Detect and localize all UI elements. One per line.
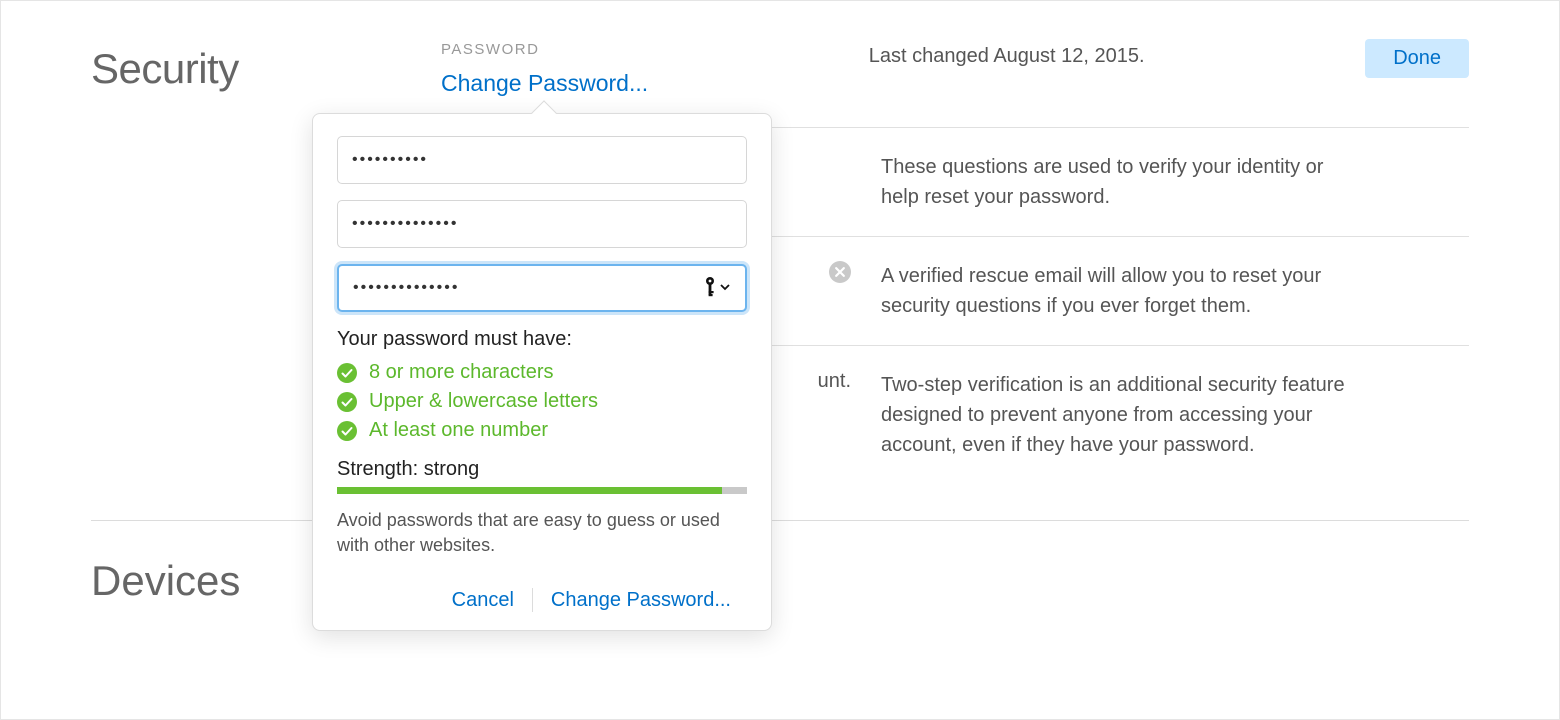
change-password-link[interactable]: Change Password... [441, 70, 648, 97]
change-password-button[interactable]: Change Password... [533, 589, 749, 612]
check-icon [337, 392, 357, 412]
twostep-left-fragment: unt. [818, 370, 851, 393]
requirement-item: 8 or more characters [337, 361, 747, 384]
confirm-password-input[interactable] [337, 264, 747, 312]
last-changed-text: Last changed August 12, 2015. [869, 41, 1145, 68]
two-step-info: Two-step verification is an additional s… [881, 370, 1351, 460]
done-button[interactable]: Done [1365, 39, 1469, 78]
strength-bar [337, 487, 747, 494]
requirement-text: 8 or more characters [369, 361, 554, 384]
rescue-email-info: A verified rescue email will allow you t… [881, 261, 1351, 321]
check-icon [337, 421, 357, 441]
password-advice: Avoid passwords that are easy to guess o… [337, 508, 747, 558]
requirement-item: At least one number [337, 419, 747, 442]
strength-label: Strength: strong [337, 458, 747, 481]
section-divider [91, 520, 1469, 521]
requirement-item: Upper & lowercase letters [337, 390, 747, 413]
requirements-title: Your password must have: [337, 328, 747, 351]
requirement-text: At least one number [369, 419, 548, 442]
password-key-dropdown[interactable] [703, 276, 731, 298]
strength-fill [337, 487, 722, 494]
clear-icon[interactable] [829, 261, 851, 283]
new-password-input[interactable] [337, 200, 747, 248]
security-questions-info: These questions are used to verify your … [881, 152, 1351, 212]
change-password-popover: Your password must have: 8 or more chara… [312, 113, 772, 631]
cancel-button[interactable]: Cancel [434, 589, 532, 612]
chevron-down-icon [719, 281, 731, 293]
password-heading: PASSWORD [441, 41, 648, 58]
section-title-devices: Devices [91, 557, 1469, 605]
section-title-security: Security [91, 41, 441, 93]
requirement-text: Upper & lowercase letters [369, 390, 598, 413]
current-password-input[interactable] [337, 136, 747, 184]
key-icon [703, 276, 717, 298]
check-icon [337, 363, 357, 383]
